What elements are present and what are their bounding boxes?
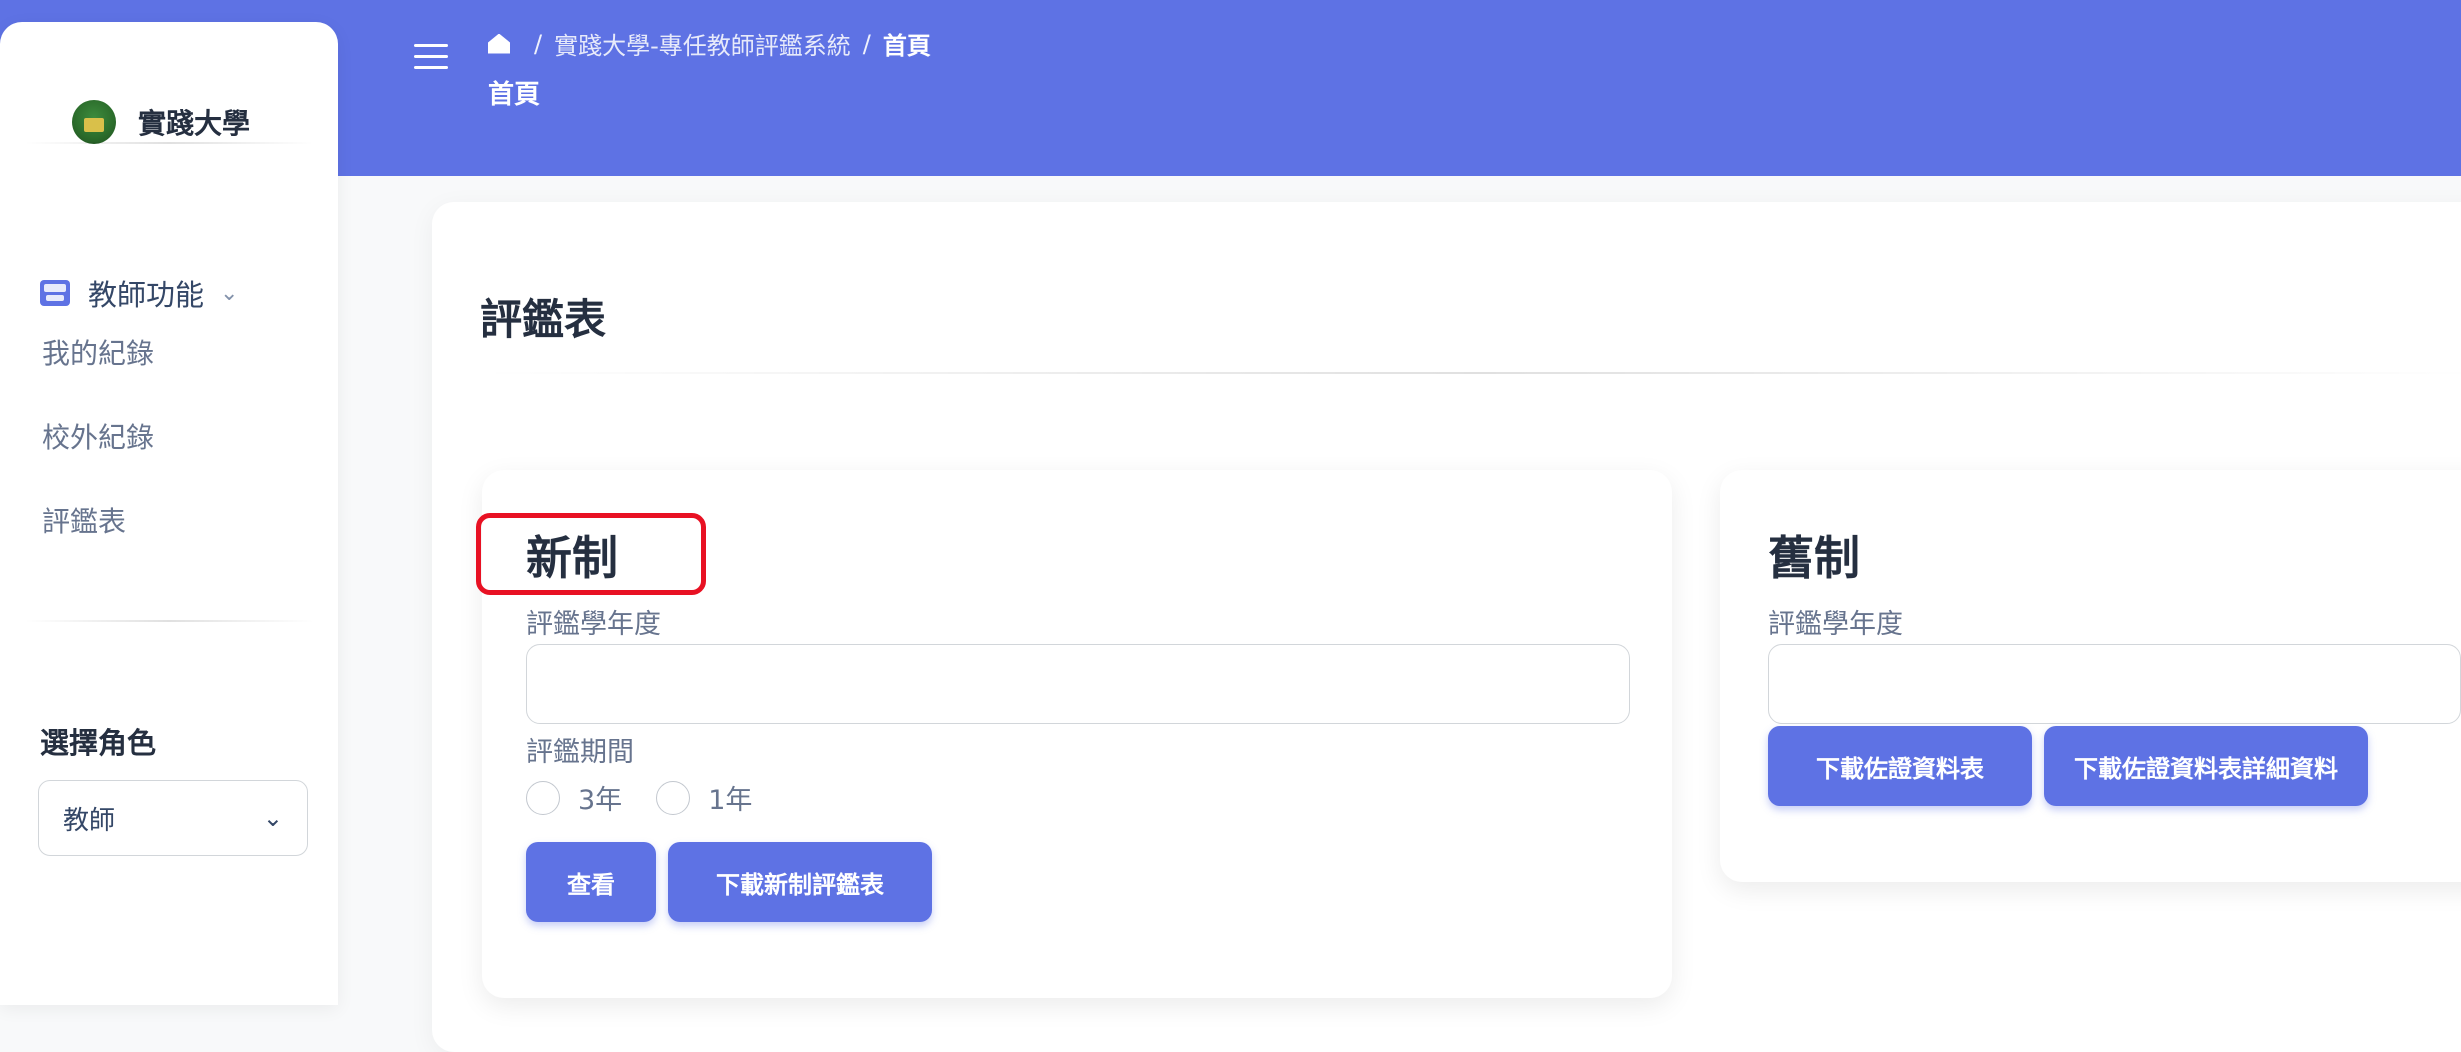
- download-evidence-button[interactable]: 下載佐證資料表: [1768, 726, 2032, 806]
- role-select[interactable]: 教師 ⌄: [38, 780, 308, 856]
- hamburger-menu-icon[interactable]: [414, 44, 448, 77]
- sidebar-item-my-records[interactable]: 我的紀錄: [42, 332, 154, 372]
- chalkboard-teacher-icon: [40, 280, 70, 306]
- home-icon[interactable]: [488, 33, 510, 54]
- new-period-label: 評鑑期間: [526, 737, 634, 768]
- annotation-highlight: [476, 513, 706, 595]
- chevron-down-icon: ⌄: [220, 280, 239, 306]
- old-year-label: 評鑑學年度: [1768, 609, 1903, 640]
- role-heading: 選擇角色: [40, 726, 157, 760]
- sidebar-item-evaluation-form[interactable]: 評鑑表: [42, 500, 126, 540]
- period-3yr-label: 3年: [578, 785, 623, 816]
- brand-name: 實踐大學: [138, 107, 251, 140]
- breadcrumb-separator: /: [862, 29, 871, 58]
- top-header: [0, 0, 2461, 176]
- period-1yr-label: 1年: [708, 785, 753, 816]
- sidebar-item-external-records[interactable]: 校外紀錄: [42, 416, 154, 456]
- sidebar: 實踐大學 教師功能 ⌄ 我的紀錄 校外紀錄 評鑑表 選擇角色 教師 ⌄: [0, 22, 338, 1005]
- download-evidence-detail-button[interactable]: 下載佐證資料表詳細資料: [2044, 726, 2368, 806]
- sidebar-group-label: 教師功能: [88, 278, 205, 312]
- breadcrumb-separator: /: [534, 29, 543, 58]
- new-year-input[interactable]: [526, 644, 1630, 724]
- sidebar-group-teacher-functions[interactable]: 教師功能 ⌄: [40, 272, 238, 314]
- university-logo-icon: [72, 100, 116, 144]
- old-system-title: 舊制: [1768, 531, 1860, 585]
- main-divider: [480, 372, 2461, 374]
- download-new-form-button[interactable]: 下載新制評鑑表: [668, 842, 932, 922]
- view-button[interactable]: 查看: [526, 842, 656, 922]
- role-selected-value: 教師: [63, 805, 116, 836]
- page-title: 首頁: [488, 80, 541, 110]
- new-year-label: 評鑑學年度: [526, 609, 661, 640]
- brand[interactable]: 實踐大學: [72, 100, 250, 144]
- sidebar-divider: [24, 142, 314, 144]
- period-radio-group: 3年 1年: [526, 778, 752, 817]
- period-3yr-radio[interactable]: [526, 780, 560, 815]
- evaluation-form-title: 評鑑表: [480, 295, 607, 344]
- old-year-input[interactable]: [1768, 644, 2461, 724]
- chevron-down-icon: ⌄: [262, 804, 283, 832]
- sidebar-divider: [24, 620, 314, 622]
- breadcrumb: / 實踐大學-專任教師評鑑系統 / 首頁: [488, 26, 931, 61]
- period-1yr-radio[interactable]: [656, 780, 691, 815]
- breadcrumb-current: 首頁: [882, 32, 931, 60]
- breadcrumb-system-link[interactable]: 實踐大學-專任教師評鑑系統: [554, 26, 851, 61]
